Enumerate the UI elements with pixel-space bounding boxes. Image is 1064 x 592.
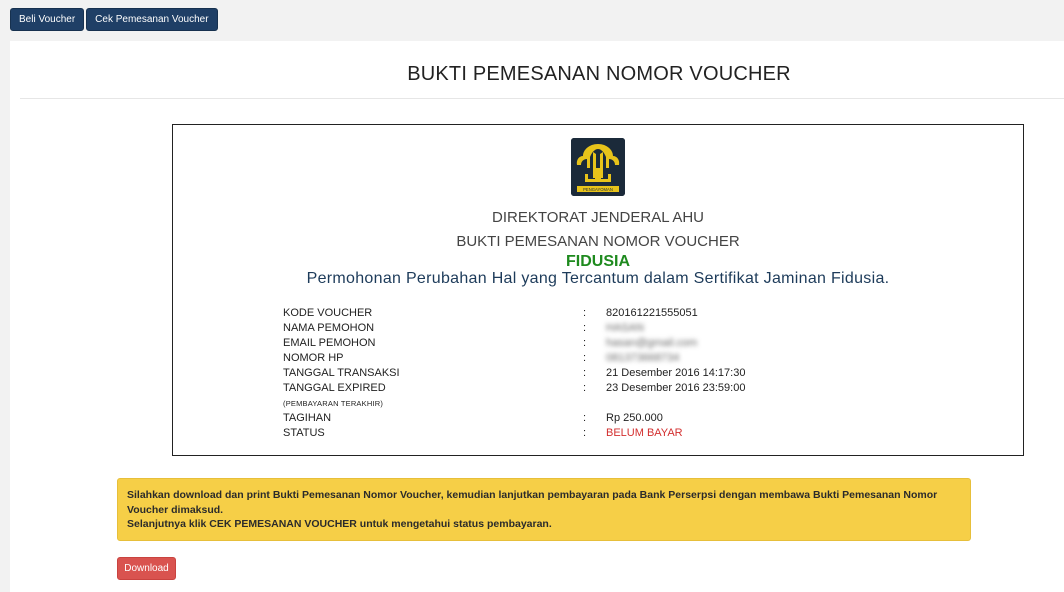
detail-row-tanggal-expired: TANGGAL EXPIRED : 23 Desember 2016 23:59… [283,382,883,397]
voucher-receipt: PENGAYOMAN DIREKTORAT JENDERAL AHU BUKTI… [172,124,1024,456]
detail-value: 820161221555051 [606,307,698,319]
detail-label: STATUS [283,427,325,439]
detail-value: Rp 250.000 [606,412,663,424]
detail-colon: : [583,307,587,319]
voucher-details: KODE VOUCHER : 820161221555051 NAMA PEMO… [283,307,883,442]
detail-colon: : [583,322,587,334]
detail-value: 21 Desember 2016 14:17:30 [606,367,746,379]
detail-row-kode-voucher: KODE VOUCHER : 820161221555051 [283,307,883,322]
category-label: FIDUSIA [566,253,630,270]
detail-row-tanggal-transaksi: TANGGAL TRANSAKSI : 21 Desember 2016 14:… [283,367,883,382]
detail-label: TANGGAL TRANSAKSI [283,367,400,379]
detail-colon: : [583,412,587,424]
alert-text-line1: Silahkan download dan print Bukti Pemesa… [127,489,938,516]
detail-label: TANGGAL EXPIRED [283,382,386,394]
detail-row-email-pemohon: EMAIL PEMOHON : hasan@gmail.com [283,337,883,352]
detail-label: NAMA PEMOHON [283,322,375,334]
receipt-title: BUKTI PEMESANAN NOMOR VOUCHER [456,233,740,250]
detail-colon: : [583,427,587,439]
svg-text:PENGAYOMAN: PENGAYOMAN [583,187,613,192]
status-value: BELUM BAYAR [606,427,683,439]
title-divider [20,98,1064,99]
instruction-alert: Silahkan download dan print Bukti Pemesa… [117,478,971,541]
detail-value-redacted: HASAN [606,322,644,334]
alert-text-line2: Selanjutnya klik CEK PEMESANAN VOUCHER u… [127,518,552,530]
detail-value: 23 Desember 2016 23:59:00 [606,382,746,394]
top-nav: Beli Voucher Cek Pemesanan Voucher [10,8,218,31]
download-button[interactable]: Download [117,557,176,580]
cek-pemesanan-voucher-button[interactable]: Cek Pemesanan Voucher [86,8,218,31]
detail-row-tagihan: TAGIHAN : Rp 250.000 [283,412,883,427]
detail-colon: : [583,352,587,364]
detail-row-nomor-hp: NOMOR HP : 081373668734 [283,352,883,367]
pengayoman-logo: PENGAYOMAN [571,138,625,196]
detail-label: NOMOR HP [283,352,344,364]
detail-colon: : [583,367,587,379]
detail-row-nama-pemohon: NAMA PEMOHON : HASAN [283,322,883,337]
beli-voucher-button[interactable]: Beli Voucher [10,8,85,31]
org-name: DIREKTORAT JENDERAL AHU [492,209,704,226]
detail-row-status: STATUS : BELUM BAYAR [283,427,883,442]
detail-label: KODE VOUCHER [283,307,373,319]
page-title: BUKTI PEMESANAN NOMOR VOUCHER [407,63,791,85]
detail-label: TAGIHAN [283,412,332,424]
purpose-text: Permohonan Perubahan Hal yang Tercantum … [306,270,890,287]
detail-label: EMAIL PEMOHON [283,337,376,349]
detail-value-redacted: hasan@gmail.com [606,337,698,349]
detail-value-redacted: 081373668734 [606,352,680,364]
detail-colon: : [583,382,587,394]
detail-row-pembayaran-terakhir: (PEMBAYARAN TERAKHIR) [283,397,883,412]
detail-colon: : [583,337,587,349]
detail-sublabel: (PEMBAYARAN TERAKHIR) [283,399,384,408]
